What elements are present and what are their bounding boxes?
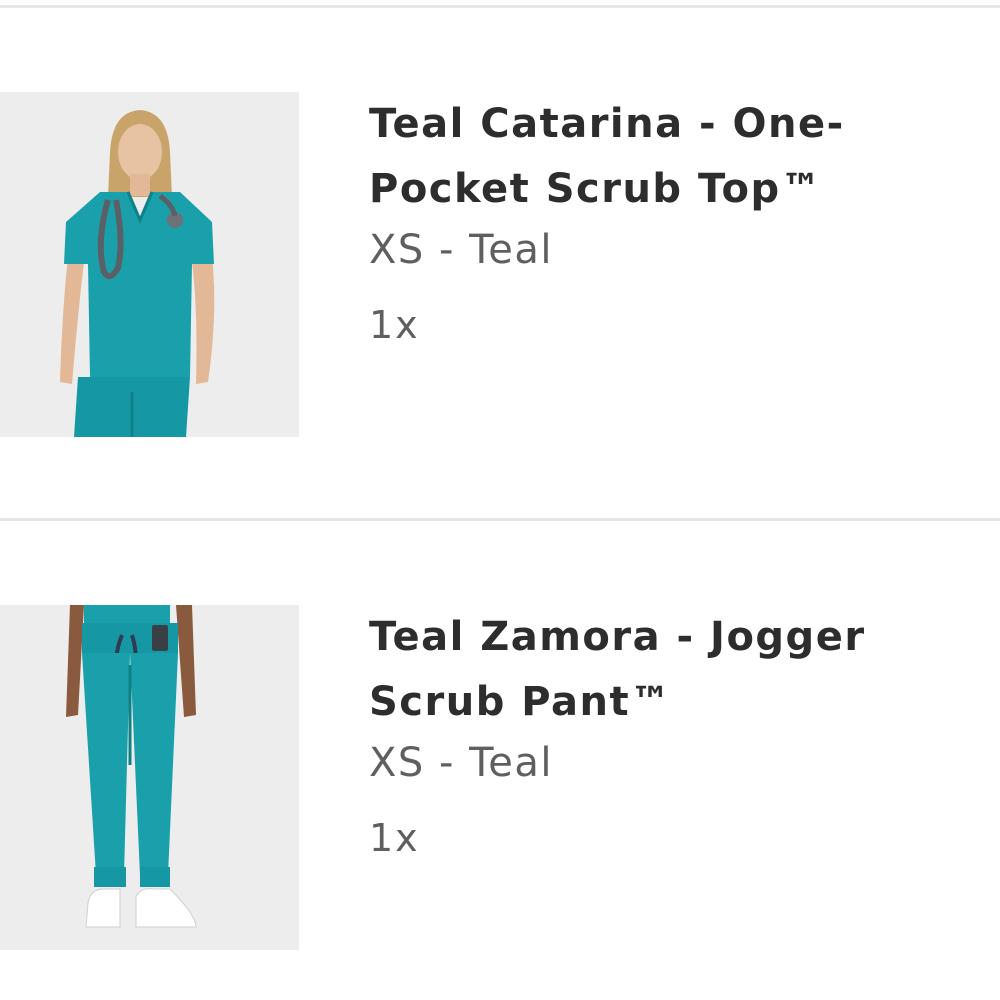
item-variant: XS - Teal bbox=[369, 227, 554, 273]
item-quantity: 1x bbox=[369, 303, 420, 347]
scrub-pant-image[interactable] bbox=[0, 605, 299, 950]
top-divider bbox=[0, 5, 1000, 8]
scrub-top-photo-icon bbox=[0, 92, 299, 437]
item-title[interactable]: Teal Catarina - One-Pocket Scrub Top™ bbox=[369, 92, 969, 222]
item-info: Teal Catarina - One-Pocket Scrub Top™ XS… bbox=[369, 92, 969, 350]
item-divider bbox=[0, 518, 1000, 521]
cart-item[interactable]: Teal Zamora - Jogger Scrub Pant™ XS - Te… bbox=[0, 605, 1000, 950]
scrub-top-image[interactable] bbox=[0, 92, 299, 437]
item-variant: XS - Teal bbox=[369, 740, 554, 786]
item-info: Teal Zamora - Jogger Scrub Pant™ XS - Te… bbox=[369, 605, 969, 863]
item-title[interactable]: Teal Zamora - Jogger Scrub Pant™ bbox=[369, 605, 969, 735]
scrub-pant-photo-icon bbox=[0, 605, 299, 950]
item-quantity: 1x bbox=[369, 816, 420, 860]
cart-item[interactable]: Teal Catarina - One-Pocket Scrub Top™ XS… bbox=[0, 92, 1000, 437]
